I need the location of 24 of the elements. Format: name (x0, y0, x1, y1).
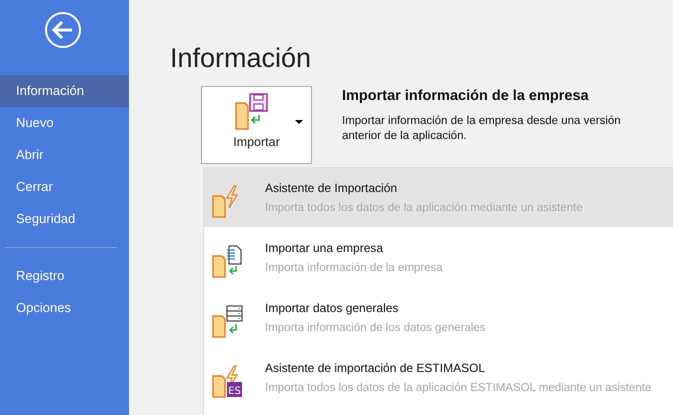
sidebar-item[interactable]: Seguridad (0, 203, 129, 235)
folder-table-icon (212, 304, 244, 338)
back-icon[interactable] (44, 11, 82, 49)
folder-disk-icon (234, 93, 270, 131)
sidebar-item[interactable]: Registro (0, 260, 129, 292)
menu-item-description: Importa información de los datos generales (265, 322, 486, 334)
sidebar-item[interactable]: Opciones (0, 292, 129, 324)
sidebar-item[interactable]: Cerrar (0, 171, 129, 203)
menu-item[interactable]: Importar datos generales Importa información de los datos generales (204, 287, 673, 347)
section-description: Importar información de la empresa desde una versión anterior de la aplicación. (342, 114, 622, 144)
sidebar-item[interactable]: Información (0, 75, 129, 107)
folder-document-icon (212, 244, 244, 278)
page-title: Información (170, 43, 312, 74)
import-button[interactable]: Importar (201, 86, 312, 164)
menu-item[interactable]: ES Asistente de importación de ESTIMASOL Importa todos los datos de la aplicación ESTIMASOL mediante un asistente (204, 347, 673, 407)
caret-icon (295, 120, 303, 124)
menu-item[interactable]: Importar una empresa Importa información de la empresa (204, 227, 673, 287)
section-title: Importar información de la empresa (342, 88, 590, 104)
menu-item-description: Importa información de la empresa (265, 262, 443, 274)
menu-item-description: Importa todos los datos de la aplicación mediante un asistente (265, 202, 583, 214)
menu-item-description: Importa todos los datos de la aplicación ESTIMASOL mediante un asistente (265, 382, 652, 394)
menu-item[interactable]: Asistente de Importación Importa todos los datos de la aplicación mediante un asistente (204, 167, 673, 227)
sidebar-item[interactable]: Nuevo (0, 107, 129, 139)
sidebar-item[interactable]: Abrir (0, 139, 129, 171)
